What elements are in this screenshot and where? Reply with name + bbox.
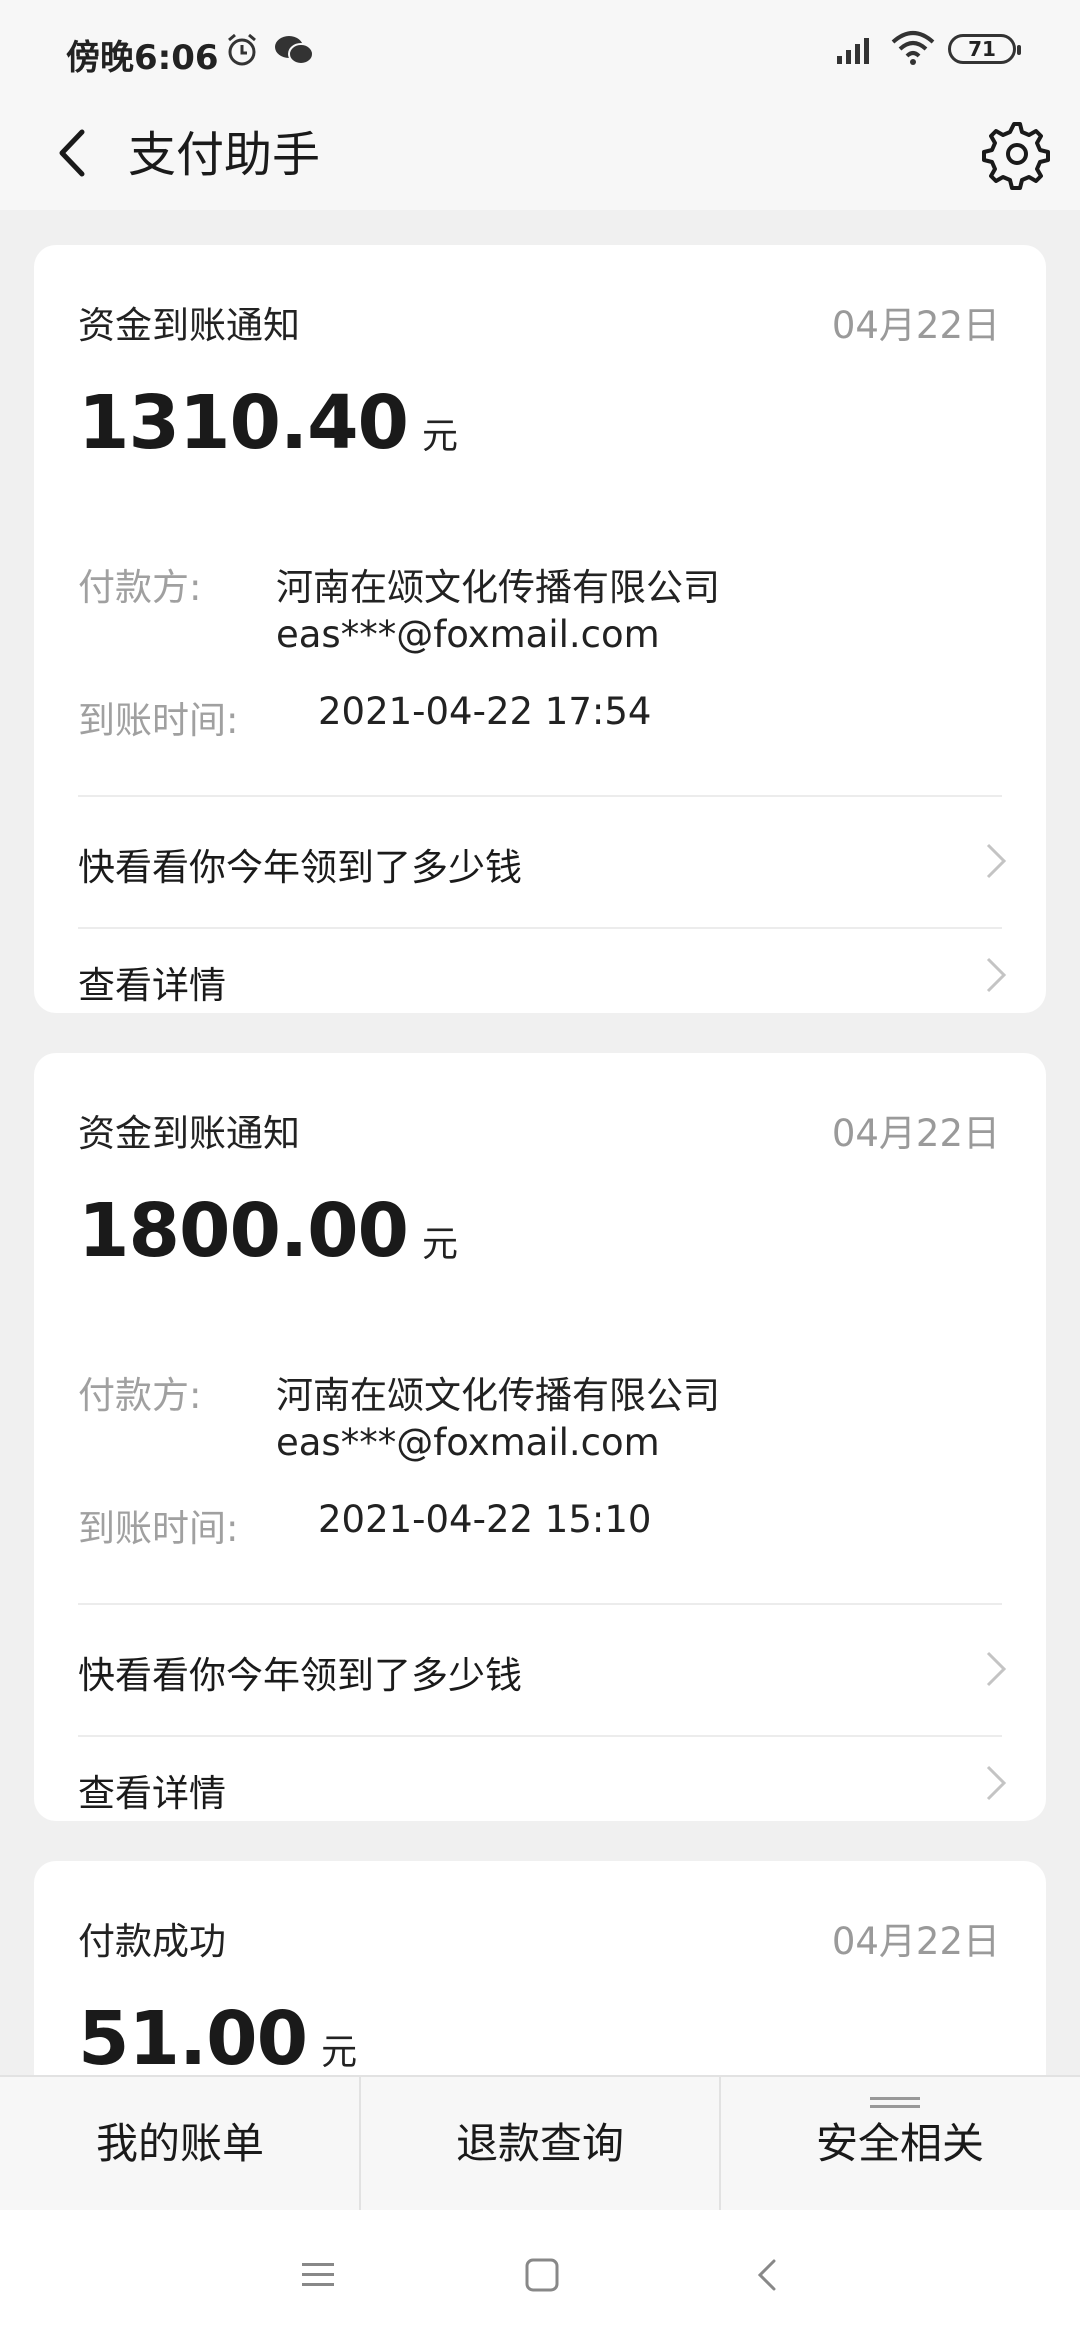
payer-account: eas***@foxmail.com (276, 1421, 660, 1464)
chevron-right-icon (986, 957, 1007, 993)
payer-label: 付款方: (78, 1374, 202, 1417)
tab-my-bill[interactable]: 我的账单 (0, 2077, 360, 2210)
app-header: 支付助手 (0, 100, 1080, 210)
menu-icon[interactable] (298, 2255, 338, 2295)
tab-label: 安全相关 (815, 2119, 984, 2168)
battery-indicator: 71 (948, 34, 1021, 64)
status-bar: 傍晚6:06 71 (0, 0, 1080, 100)
notification-card: 付款成功 04月22日 51.00 元 (34, 1861, 1046, 2075)
year-summary-link[interactable]: 快看看你今年领到了多少钱 (34, 797, 1046, 925)
payer-label: 付款方: (78, 566, 202, 609)
payer-name: 河南在颂文化传播有限公司 (276, 1374, 720, 1417)
bottom-menu: 我的账单 退款查询 安全相关 (0, 2075, 1080, 2210)
amount: 51.00 (78, 1996, 308, 2075)
amount-row: 51.00 元 (78, 1996, 357, 2075)
amount: 1800.00 (78, 1188, 409, 1274)
wechat-icon (275, 36, 314, 65)
notification-card: 资金到账通知 04月22日 1310.40 元 付款方: 河南在颂文化传播有限公司… (34, 245, 1046, 1013)
gear-icon[interactable] (978, 118, 1050, 190)
amount-row: 1310.40 元 (78, 380, 458, 466)
year-summary-link[interactable]: 快看看你今年领到了多少钱 (34, 1605, 1046, 1733)
card-type: 付款成功 (78, 1920, 226, 1963)
card-date: 04月22日 (831, 1920, 1000, 1963)
page-title: 支付助手 (128, 127, 321, 183)
back-icon[interactable] (748, 2255, 788, 2295)
card-type: 资金到账通知 (78, 304, 300, 347)
back-arrow-icon[interactable] (40, 118, 110, 188)
system-nav-bar (0, 2210, 1080, 2340)
link-label: 查看详情 (78, 964, 226, 1007)
currency-unit: 元 (321, 2032, 358, 2073)
payer-account: eas***@foxmail.com (276, 613, 660, 656)
view-details-link[interactable]: 查看详情 (34, 1737, 1046, 1821)
payer-name: 河南在颂文化传播有限公司 (276, 566, 720, 609)
home-icon[interactable] (522, 2255, 562, 2295)
status-time: 傍晚6:06 (66, 38, 219, 78)
currency-unit: 元 (422, 416, 459, 457)
card-type: 资金到账通知 (78, 1112, 300, 1155)
time-value: 2021-04-22 15:10 (318, 1498, 652, 1541)
card-date: 04月22日 (831, 304, 1000, 347)
notification-card: 资金到账通知 04月22日 1800.00 元 付款方: 河南在颂文化传播有限公司… (34, 1053, 1046, 1821)
tab-label: 我的账单 (95, 2119, 264, 2168)
amount-row: 1800.00 元 (78, 1188, 458, 1274)
link-label: 查看详情 (78, 1772, 226, 1815)
message-list[interactable]: 资金到账通知 04月22日 1310.40 元 付款方: 河南在颂文化传播有限公司… (0, 210, 1080, 2075)
tab-label: 退款查询 (455, 2119, 624, 2168)
chevron-right-icon (986, 1651, 1007, 1687)
chevron-right-icon (986, 843, 1007, 879)
link-label: 快看看你今年领到了多少钱 (78, 1654, 522, 1697)
currency-unit: 元 (422, 1224, 459, 1265)
time-value: 2021-04-22 17:54 (318, 690, 652, 733)
time-label: 到账时间: (78, 1507, 239, 1550)
link-label: 快看看你今年领到了多少钱 (78, 846, 522, 889)
view-details-link[interactable]: 查看详情 (34, 929, 1046, 1013)
tab-refund-query[interactable]: 退款查询 (360, 2077, 720, 2210)
amount: 1310.40 (78, 380, 409, 466)
chevron-right-icon (986, 1765, 1007, 1801)
card-date: 04月22日 (831, 1112, 1000, 1155)
alarm-icon (228, 33, 256, 66)
wifi-icon (891, 31, 935, 65)
signal-icon (837, 38, 869, 64)
time-label: 到账时间: (78, 699, 239, 742)
submenu-icon (870, 2097, 920, 2108)
